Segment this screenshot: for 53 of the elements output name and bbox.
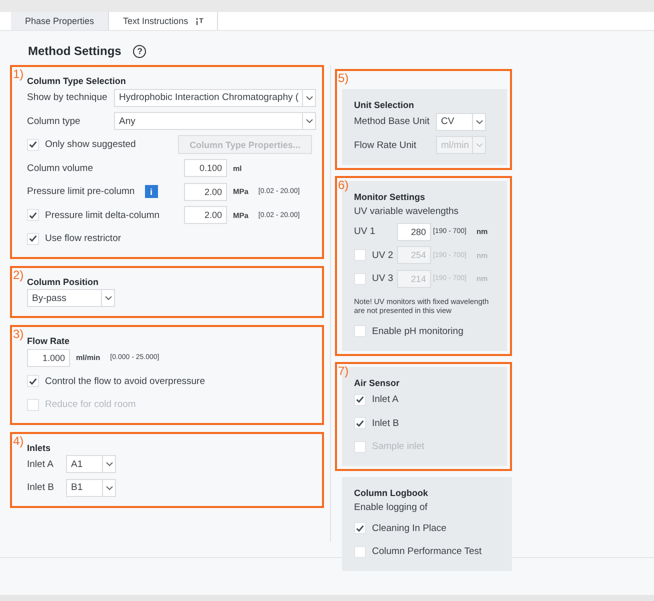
field-label: UV 3 [372, 273, 394, 284]
dropdown[interactable]: B1 [66, 478, 116, 497]
step-marker: 4) [13, 434, 24, 448]
step-marker: 6) [338, 178, 349, 192]
checkbox-label: Reduce for cold room [45, 399, 136, 410]
field-label: Column volume [27, 162, 93, 174]
section-heading: Column Type Selection [27, 75, 127, 86]
checkbox-label: Column Performance Test [372, 546, 482, 557]
step-marker: 1) [13, 67, 24, 81]
checkbox-label: Cleaning In Place [372, 522, 446, 534]
section-heading: Monitor Settings [354, 191, 426, 202]
step-marker: 3) [13, 327, 24, 341]
field-label: UV 2 [372, 250, 394, 261]
field-label: UV 1 [354, 226, 376, 238]
field-label: Column type [27, 116, 82, 127]
dropdown[interactable]: By-pass [27, 289, 115, 308]
step-marker: 5) [338, 71, 349, 85]
dropdown[interactable]: CV [436, 112, 486, 131]
section-heading: Inlets [27, 442, 52, 452]
step-marker: 7) [338, 364, 349, 378]
section-heading: Column Logbook [354, 487, 429, 498]
field-label: Inlet A [27, 458, 54, 470]
number-input[interactable]: 2.00 [184, 206, 227, 224]
field-label: Flow Rate Unit [354, 140, 418, 151]
field-label: Method Base Unit [354, 116, 431, 128]
field-label: Pressure limit pre-column [27, 186, 135, 198]
page-title: Method Settings [28, 44, 122, 58]
checkbox-label: Inlet B [372, 418, 399, 428]
checkbox-label: Inlet A [372, 394, 398, 405]
number-input[interactable]: 280 [397, 222, 431, 241]
field-label: Pressure limit delta-column [45, 210, 160, 221]
dropdown[interactable]: Hydrophobic Interaction Chromatography ( [114, 88, 316, 107]
field-label: Show by technique [27, 92, 108, 104]
checkbox-label: Enable pH monitoring [372, 326, 464, 336]
subheading: UV variable wavelengths [354, 204, 460, 218]
subheading: Enable logging of [354, 500, 428, 515]
section-heading: Unit Selection [354, 99, 416, 110]
checkbox-label: Only show suggested [45, 139, 136, 150]
tab[interactable]: Phase Properties [11, 12, 110, 30]
step-marker: 2) [13, 268, 24, 282]
number-input[interactable]: 2.00 [184, 182, 227, 201]
dropdown[interactable]: Any [114, 112, 316, 130]
section-heading: Column Position [27, 276, 100, 286]
help-icon[interactable]: ? [133, 44, 146, 58]
section-heading: Air Sensor [354, 376, 401, 388]
checkbox-label: Use flow restrictor [45, 233, 122, 244]
section-heading: Flow Rate [27, 335, 71, 346]
info-icon[interactable]: i [144, 185, 158, 198]
dropdown[interactable]: A1 [66, 455, 116, 474]
field-label: Inlet B [27, 482, 55, 494]
number-input[interactable]: 1.000 [27, 348, 70, 367]
checkbox-label: Control the flow to avoid overpressure [45, 376, 205, 387]
number-input[interactable]: 0.100 [184, 159, 227, 178]
